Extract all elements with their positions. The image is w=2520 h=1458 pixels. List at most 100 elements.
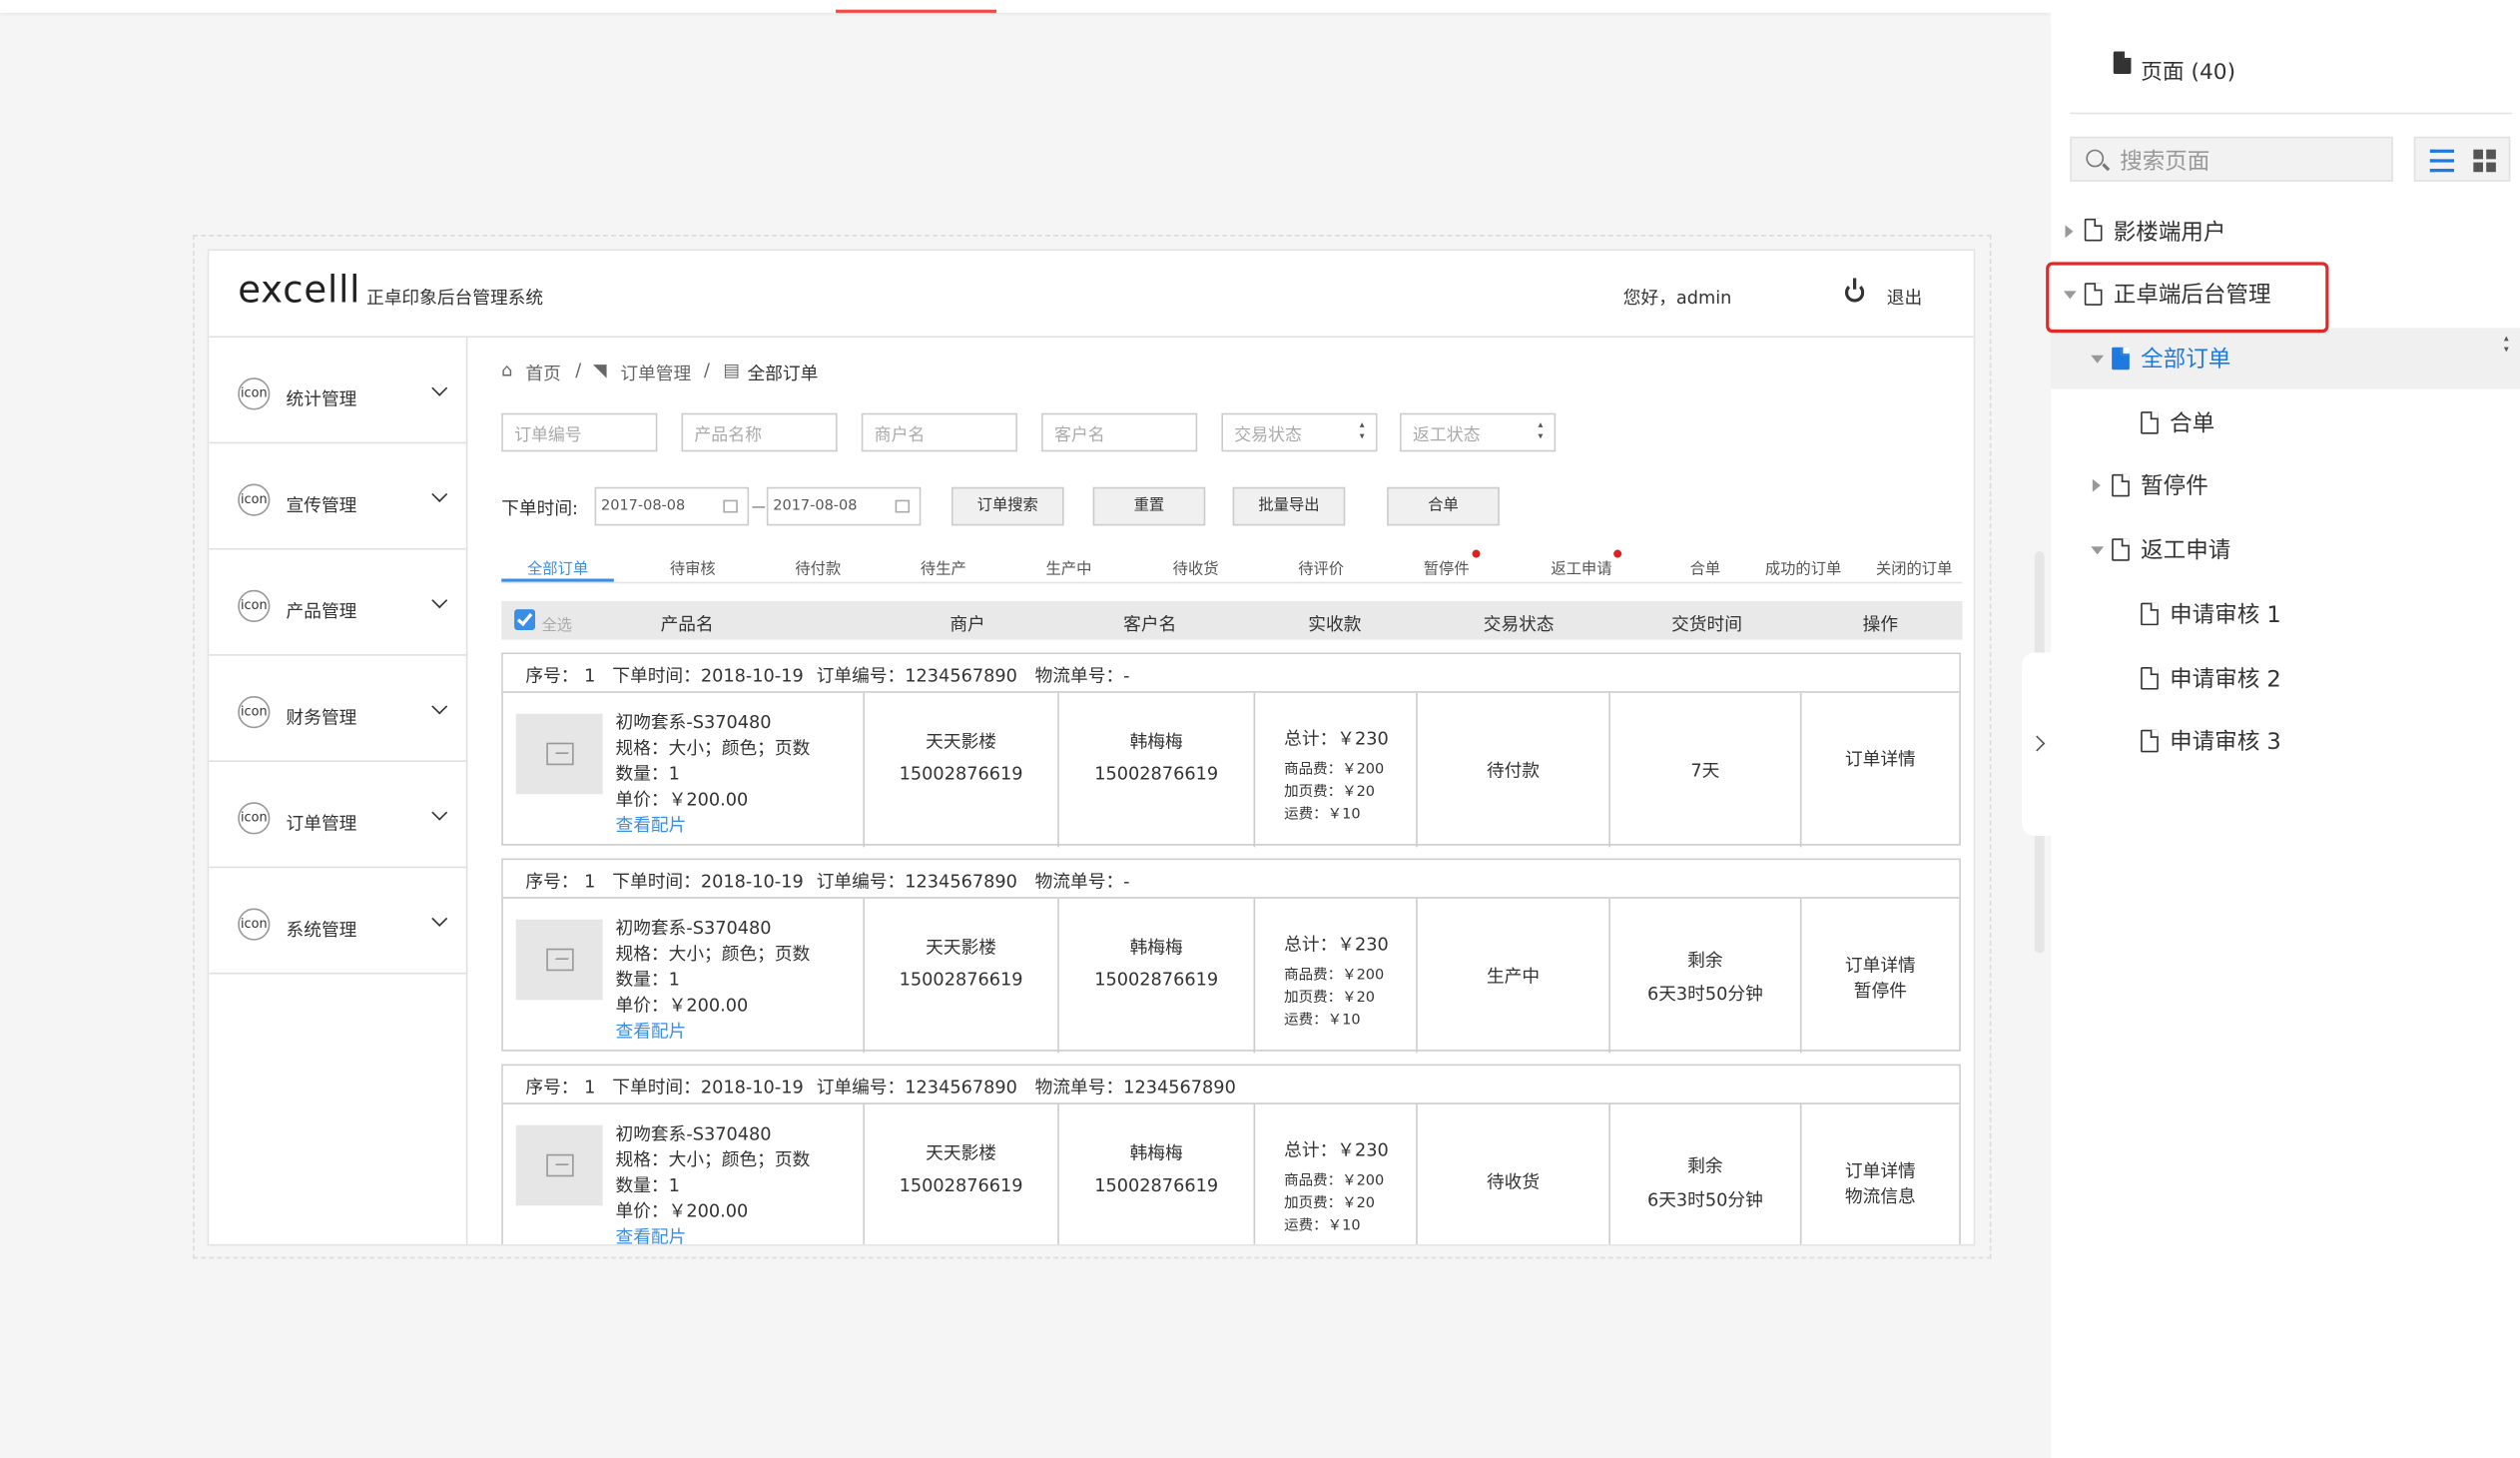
calendar-icon: [895, 499, 911, 513]
sidebar-item-label: 宣传管理: [286, 494, 357, 516]
pages-panel-title: 页面 (40): [2141, 59, 2236, 86]
placeholder-icon: icon: [238, 589, 271, 622]
date-range-dash: [752, 506, 766, 508]
date-to-input[interactable]: 2017-08-08: [766, 486, 922, 526]
view-photos-link[interactable]: 查看配片: [616, 812, 687, 838]
order-detail-link[interactable]: 订单详情: [1801, 746, 1959, 772]
admin-app: excelll 正卓印象后台管理系统 您好，admin 退出 icon 统计管理 …: [207, 249, 1976, 1246]
order-detail-link[interactable]: 订单详情: [1801, 952, 1959, 978]
delivery-countdown: 6天3时50分钟: [1646, 984, 1763, 1006]
tab-closed-orders[interactable]: 关闭的订单: [1864, 556, 1964, 579]
page-tree-item[interactable]: 申请审核 1: [2051, 583, 2520, 644]
page-icon: [2141, 729, 2159, 753]
tab-all-orders[interactable]: 全部订单: [501, 556, 614, 579]
panel-divider: [2070, 112, 2512, 115]
page-tree-item[interactable]: 申请审核 3: [2051, 710, 2520, 771]
sidebar-item-system[interactable]: icon 系统管理: [209, 868, 468, 975]
merchant-name-input[interactable]: 商户名: [861, 412, 1017, 452]
product-name-input[interactable]: 产品名称: [681, 412, 838, 452]
select-all-checkbox[interactable]: [514, 609, 536, 631]
page-icon: [2112, 473, 2130, 497]
customer-phone: 15002876619: [1094, 969, 1219, 991]
amount-goods: 商品费：￥200: [1284, 968, 1385, 985]
panel-collapse-handle[interactable]: [2022, 652, 2055, 837]
breadcrumb-separator: /: [575, 360, 582, 381]
sidebar-item-label: 系统管理: [286, 919, 357, 941]
sidebar-item-finance[interactable]: icon 财务管理: [209, 656, 468, 762]
sidebar-item-products[interactable]: icon 产品管理: [209, 550, 468, 656]
customer-name-input[interactable]: 客户名: [1041, 412, 1198, 452]
tab-merged[interactable]: 合单: [1649, 556, 1762, 579]
tab-pending-production[interactable]: 待生产: [888, 556, 1000, 579]
tab-suspended[interactable]: 暂停件: [1390, 556, 1503, 579]
page-tree-item[interactable]: 暂停件: [2051, 455, 2520, 516]
logistics-number: 物流单号：-: [1034, 871, 1130, 893]
logistics-info-link[interactable]: 物流信息: [1801, 1183, 1959, 1209]
page-tree-item-selected[interactable]: 全部订单: [2050, 328, 2520, 389]
order-detail-link[interactable]: 订单详情: [1801, 1157, 1959, 1183]
collapse-arrow-icon[interactable]: [2091, 355, 2105, 364]
page-tree-item[interactable]: 合单: [2051, 392, 2520, 453]
power-icon[interactable]: [1844, 278, 1865, 303]
tab-pending-receipt[interactable]: 待收货: [1139, 556, 1252, 579]
tab-pending-review[interactable]: 待审核: [636, 556, 749, 579]
suspend-link[interactable]: 暂停件: [1801, 978, 1959, 1004]
customer-phone: 15002876619: [1094, 1174, 1219, 1196]
sidebar-item-promotion[interactable]: icon 宣传管理: [209, 443, 468, 550]
grid-view-icon[interactable]: [2473, 149, 2496, 173]
tab-rework-request[interactable]: 返工申请: [1526, 556, 1638, 579]
order-time: 下单时间：2018-10-19: [612, 1077, 804, 1098]
delivery-countdown: 6天3时50分钟: [1646, 1189, 1763, 1211]
tab-pending-review-rating[interactable]: 待评价: [1265, 556, 1378, 579]
product-quantity: 数量：1: [615, 1174, 680, 1196]
tabs-divider: [501, 581, 1963, 584]
product-price: 单价：￥200.00: [615, 789, 749, 811]
placeholder-icon: icon: [238, 377, 271, 410]
tab-successful-orders[interactable]: 成功的订单: [1747, 556, 1860, 579]
page-tree-label: 全部订单: [2141, 347, 2231, 373]
list-view-icon[interactable]: [2429, 149, 2455, 173]
trade-status: 待付款: [1486, 760, 1541, 782]
page-tree-label: 暂停件: [2141, 473, 2208, 500]
page-tree-label: 影楼端用户: [2113, 220, 2226, 247]
expand-arrow-icon[interactable]: [2092, 478, 2101, 492]
view-photos-link[interactable]: 查看配片: [616, 1223, 687, 1244]
breadcrumb-home[interactable]: 首页: [525, 361, 560, 386]
rework-status-select[interactable]: 返工状态: [1400, 412, 1557, 452]
page-tree-item[interactable]: 返工申请: [2051, 519, 2520, 580]
amount-page-fee: 加页费：￥20: [1284, 1195, 1376, 1212]
order-number: 订单编号：1234567890: [816, 665, 1017, 687]
expand-arrow-icon[interactable]: [2065, 225, 2074, 239]
customer-name: 韩梅梅: [1129, 731, 1183, 753]
search-pages-input[interactable]: 搜索页面: [2070, 136, 2393, 182]
logout-link[interactable]: 退出: [1887, 285, 1922, 311]
amount-total: 总计：￥230: [1284, 934, 1389, 956]
sidebar-item-orders[interactable]: icon 订单管理: [209, 762, 468, 869]
view-photos-link[interactable]: 查看配片: [616, 1018, 687, 1044]
tab-pending-payment[interactable]: 待付款: [762, 556, 875, 579]
page-icon: [2084, 218, 2103, 242]
date-from-input[interactable]: 2017-08-08: [594, 486, 750, 526]
merge-order-button[interactable]: 合单: [1387, 486, 1500, 526]
document-icon: ▤: [723, 360, 741, 381]
status-cell: 待收货: [1416, 1103, 1608, 1244]
order-number-input[interactable]: 订单编号: [501, 412, 658, 452]
search-placeholder: 搜索页面: [2120, 149, 2210, 176]
sidebar-item-label: 产品管理: [286, 601, 357, 622]
order-search-button[interactable]: 订单搜索: [950, 486, 1064, 526]
breadcrumb-order-management[interactable]: 订单管理: [620, 361, 691, 386]
tab-in-production[interactable]: 生产中: [1012, 556, 1125, 579]
reset-button[interactable]: 重置: [1092, 486, 1206, 526]
order-time: 下单时间：2018-10-19: [612, 871, 804, 893]
batch-export-button[interactable]: 批量导出: [1232, 486, 1346, 526]
amount-total: 总计：￥230: [1284, 1139, 1389, 1161]
trade-status-select[interactable]: 交易状态: [1221, 412, 1378, 452]
page-icon: [2112, 538, 2130, 561]
collapse-arrow-icon[interactable]: [2091, 546, 2105, 555]
page-tree-item[interactable]: 申请审核 2: [2051, 648, 2520, 709]
sidebar-item-label: 统计管理: [286, 388, 357, 410]
delivery-cell: 剩余 6天3时50分钟: [1608, 898, 1800, 1054]
sidebar-item-statistics[interactable]: icon 统计管理: [209, 338, 468, 444]
page-tree-item[interactable]: 影楼端用户: [2051, 201, 2520, 262]
amount-goods: 商品费：￥200: [1284, 1173, 1385, 1190]
